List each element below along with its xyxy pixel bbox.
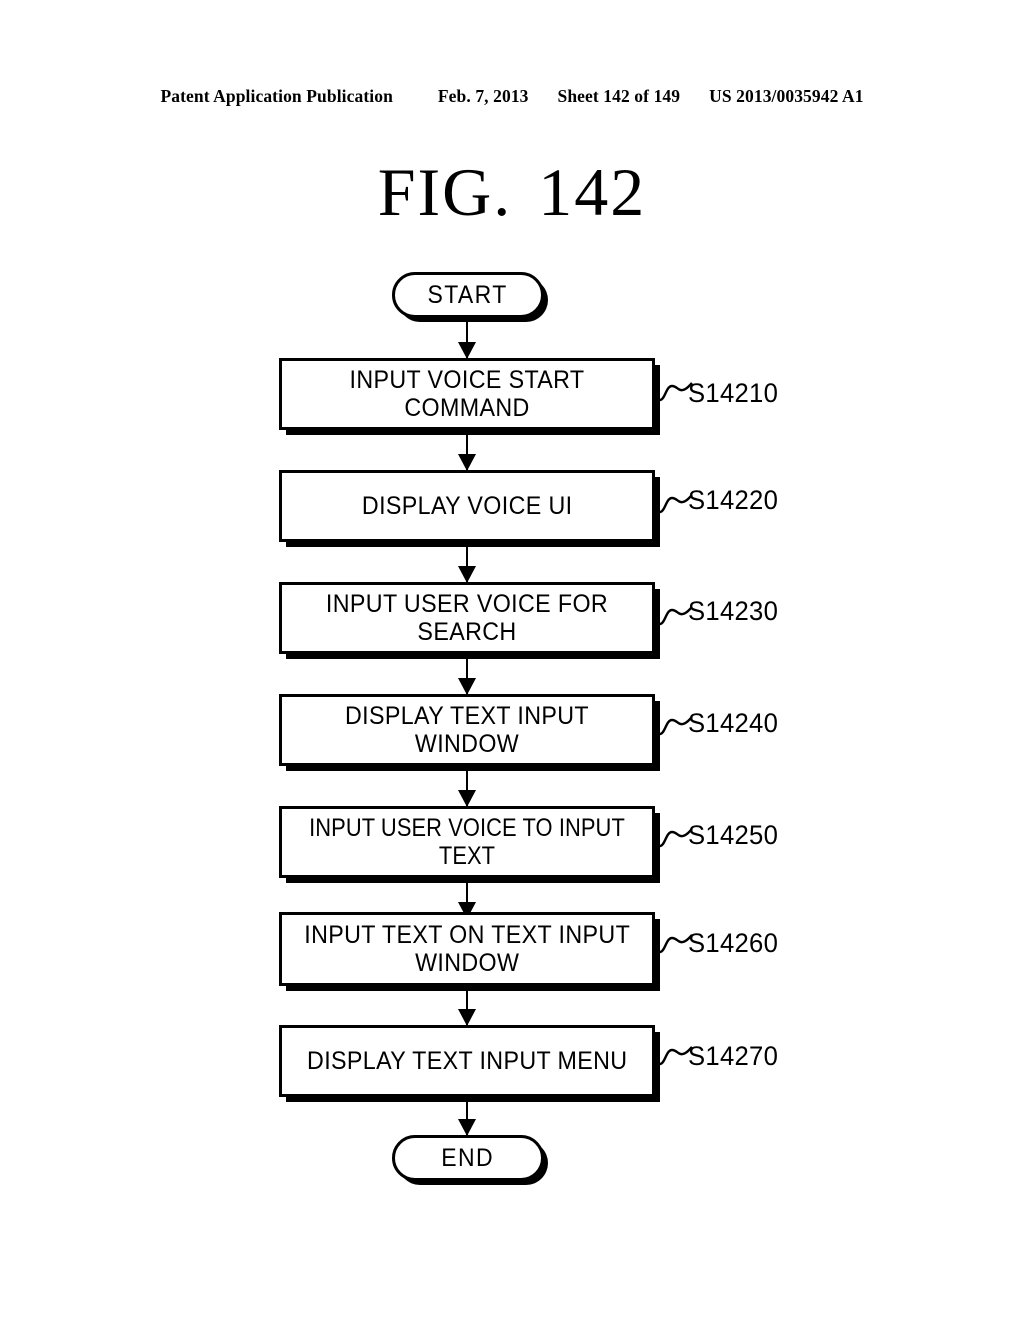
flowchart-step-ref-3: S14230 (688, 596, 779, 626)
flowchart-start-terminal: START (392, 272, 544, 318)
flowchart-step-text-7: DISPLAY TEXT INPUT MENU (306, 1047, 628, 1075)
flowchart-arrow-7-to-end (466, 1099, 468, 1135)
flowchart-step-text-2: DISPLAY VOICE UI (361, 492, 573, 520)
flowchart-step-box-3: INPUT USER VOICE FOR SEARCH (279, 582, 655, 654)
flowchart-step-text-5: INPUT USER VOICE TO INPUT TEXT (309, 814, 625, 870)
flowchart-step-ref-2: S14220 (688, 485, 779, 515)
flowchart-step-box-6: INPUT TEXT ON TEXT INPUT WINDOW (279, 912, 655, 986)
flowchart-arrow-1-to-2 (466, 432, 468, 470)
flowchart-step-text-1: INPUT VOICE START COMMAND (349, 366, 585, 422)
flowchart-arrow-2-to-3 (466, 544, 468, 582)
flowchart-step-box-5: INPUT USER VOICE TO INPUT TEXT (279, 806, 655, 878)
flowchart-step-ref-5: S14250 (688, 820, 779, 850)
flowchart-start-label: START (427, 280, 509, 309)
flowchart-arrow-3-to-4 (466, 656, 468, 694)
flowchart-arrow-4-to-5 (466, 768, 468, 806)
flowchart-step-box-2: DISPLAY VOICE UI (279, 470, 655, 542)
flowchart: START INPUT VOICE START COMMAND S14210 D… (0, 0, 1024, 1320)
flowchart-arrow-6-to-7 (466, 988, 468, 1025)
flowchart-step-ref-6: S14260 (688, 928, 779, 958)
flowchart-arrow-start-to-1 (466, 320, 468, 358)
flowchart-end-label: END (441, 1143, 495, 1172)
flowchart-step-box-4: DISPLAY TEXT INPUT WINDOW (279, 694, 655, 766)
flowchart-step-ref-7: S14270 (688, 1041, 779, 1071)
flowchart-step-text-6: INPUT TEXT ON TEXT INPUT WINDOW (304, 921, 630, 977)
flowchart-end-terminal: END (392, 1135, 544, 1181)
flowchart-step-box-7: DISPLAY TEXT INPUT MENU (279, 1025, 655, 1097)
flowchart-step-text-3: INPUT USER VOICE FOR SEARCH (325, 590, 609, 646)
flowchart-step-text-4: DISPLAY TEXT INPUT WINDOW (344, 702, 590, 758)
flowchart-step-ref-1: S14210 (688, 378, 779, 408)
flowchart-step-box-1: INPUT VOICE START COMMAND (279, 358, 655, 430)
flowchart-step-ref-4: S14240 (688, 708, 779, 738)
